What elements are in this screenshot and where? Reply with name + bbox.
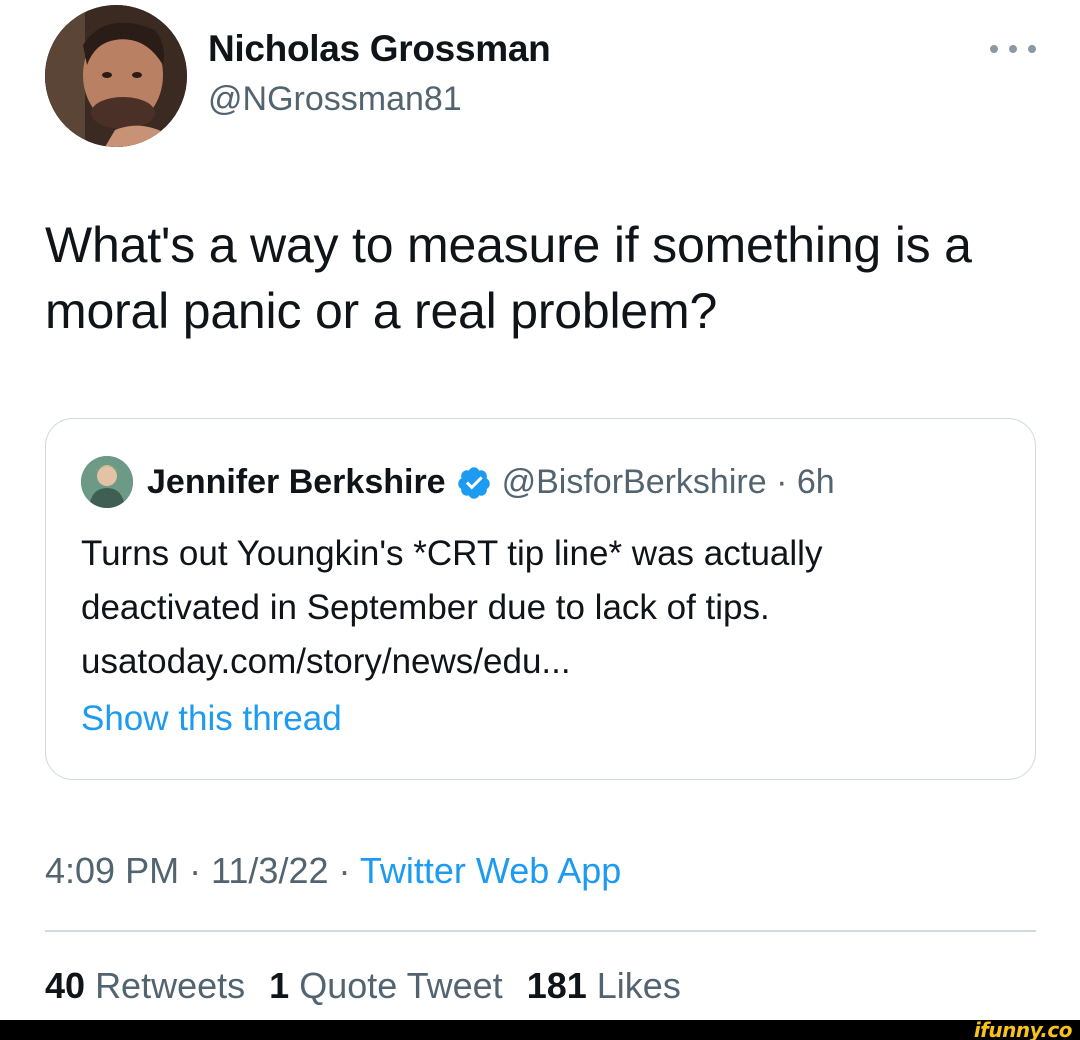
author-name[interactable]: Nicholas Grossman [208,28,551,70]
tweet-metadata: 4:09 PM · 11/3/22 · Twitter Web App [45,850,621,892]
source-app-link[interactable]: Twitter Web App [360,850,621,891]
likes-count: 181 [526,965,587,1006]
avatar-photo-icon [45,5,187,147]
quoted-avatar-photo-icon [81,456,133,508]
quoted-header: Jennifer Berkshire @BisforBerkshire · 6h [147,463,835,502]
ifunny-watermark: ifunny.co [973,1018,1073,1040]
author-avatar[interactable] [45,5,187,147]
likes-label: Likes [596,965,681,1006]
tweet-page: Nicholas Grossman @NGrossman81 What's a … [0,0,1080,1040]
quotes-stat[interactable]: 1 Quote Tweet [269,965,503,1006]
retweets-stat[interactable]: 40 Retweets [45,965,245,1006]
more-horizontal-icon[interactable] [990,42,1036,56]
verified-badge-icon [457,466,490,499]
likes-stat[interactable]: 181 Likes [527,965,681,1006]
watermark-bar: ifunny.co [0,1018,1080,1040]
dot [1009,45,1017,53]
dot [990,45,998,53]
quoted-tweet-text: Turns out Youngkin's *CRT tip line* was … [81,534,823,681]
engagement-stats: 40 Retweets 1 Quote Tweet 181 Likes [45,965,681,1007]
quoted-handle-time[interactable]: @BisforBerkshire · 6h [502,463,835,502]
quotes-label: Quote Tweet [299,965,503,1006]
dot [1028,45,1036,53]
quoted-author-avatar[interactable] [81,456,133,508]
author-handle[interactable]: @NGrossman81 [208,80,462,119]
tweet-timestamp[interactable]: 4:09 PM · 11/3/22 · [45,850,360,891]
tweet-text: What's a way to measure if something is … [45,217,972,339]
retweets-label: Retweets [95,965,246,1006]
quoted-author-name[interactable]: Jennifer Berkshire [147,463,446,502]
quoted-tweet-card[interactable]: Jennifer Berkshire @BisforBerkshire · 6h… [45,418,1036,780]
show-thread-link[interactable]: Show this thread [81,699,342,739]
quotes-count: 1 [269,965,290,1006]
retweets-count: 40 [45,965,86,1006]
divider [45,930,1036,932]
